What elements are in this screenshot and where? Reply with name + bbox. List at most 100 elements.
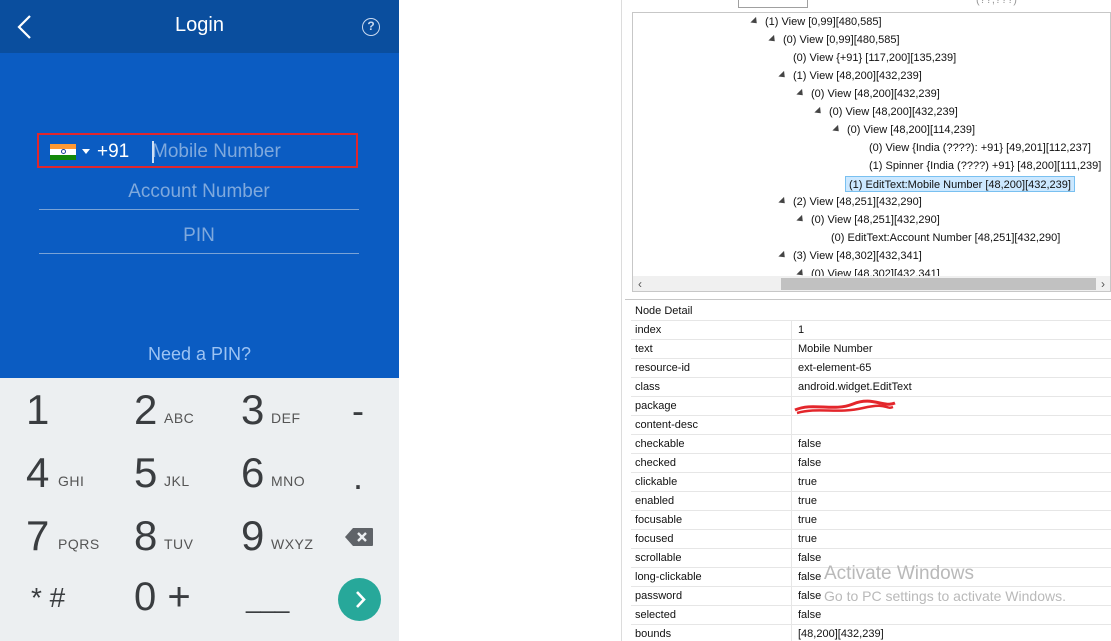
tree-node-label: (1) View [0,99][480,585]	[765, 16, 882, 28]
scrollbar-thumb[interactable]	[781, 278, 1096, 290]
detail-row: text Mobile Number	[631, 339, 1111, 358]
backspace-button[interactable]	[344, 527, 374, 547]
tree-node[interactable]: (0) View [48,251][432,290]	[796, 212, 940, 228]
tree-node[interactable]: (0) View [48,200][432,239]	[814, 104, 958, 120]
tree-node[interactable]: (0) View [48,200][432,239]	[796, 86, 940, 102]
detail-key: long-clickable	[635, 571, 702, 583]
tree-node[interactable]: (0) View [0,99][480,585]	[768, 32, 900, 48]
detail-key: scrollable	[635, 552, 682, 564]
key-4[interactable]: 4 GHI	[26, 445, 106, 501]
scroll-right-icon[interactable]: ›	[1096, 276, 1110, 291]
key-digit: 1	[26, 386, 50, 433]
tree-node[interactable]: (1) Spinner {India (????) +91} [48,200][…	[869, 158, 1101, 174]
india-flag-icon[interactable]	[50, 144, 76, 160]
detail-key: resource-id	[635, 362, 691, 374]
detail-key: password	[635, 590, 683, 602]
expand-triangle-icon[interactable]	[814, 106, 824, 117]
need-pin-link[interactable]: Need a PIN?	[0, 344, 399, 365]
expand-triangle-icon[interactable]	[778, 70, 788, 81]
expand-triangle-icon[interactable]	[750, 16, 760, 27]
backspace-icon	[345, 528, 373, 546]
numeric-keypad: 1 2 ABC 3 DEF - 4 GHI 5 JKL 6 MNO . 7 PQ…	[0, 378, 399, 641]
key-minus[interactable]: -	[352, 390, 364, 432]
expand-triangle-icon[interactable]	[796, 214, 806, 225]
key-8[interactable]: 8 TUV	[134, 508, 214, 564]
tree-node[interactable]: (0) View [48,200][114,239]	[832, 122, 976, 138]
key-1[interactable]: 1	[26, 382, 106, 438]
tree-node-selected[interactable]: (1) EditText:Mobile Number [48,200][432,…	[845, 176, 1075, 192]
expand-triangle-icon[interactable]	[778, 250, 788, 261]
key-9[interactable]: 9 WXYZ	[241, 508, 321, 564]
expand-triangle-icon[interactable]	[768, 34, 778, 45]
screenshot-box	[738, 0, 808, 8]
key-2[interactable]: 2 ABC	[134, 382, 214, 438]
key-7[interactable]: 7 PQRS	[26, 508, 106, 564]
activation-watermark: Activate Windows Go to PC settings to ac…	[824, 563, 1066, 604]
detail-value: android.widget.EditText	[798, 381, 912, 393]
tree-node[interactable]: (0) EditText:Account Number [48,251][432…	[831, 230, 1060, 246]
tree-node[interactable]: (1) View [48,200][432,239]	[778, 68, 922, 84]
tree-node[interactable]: (2) View [48,251][432,290]	[778, 194, 922, 210]
key-dot[interactable]: .	[353, 456, 363, 498]
key-letters: WXYZ	[271, 536, 314, 552]
page-title: Login	[175, 14, 224, 36]
key-digit: 5	[134, 449, 158, 496]
detail-key: selected	[635, 609, 676, 621]
expand-triangle-icon[interactable]	[796, 88, 806, 99]
account-number-input[interactable]	[39, 174, 359, 210]
tree-node[interactable]: (0) View {+91} [117,200][135,239]	[793, 50, 956, 66]
hierarchy-tree[interactable]: (1) View [0,99][480,585] (0) View [0,99]…	[632, 12, 1111, 292]
text-cursor	[152, 141, 154, 163]
key-star-hash[interactable]: * #	[31, 582, 65, 614]
detail-key: bounds	[635, 628, 672, 640]
detail-key: focusable	[635, 514, 683, 526]
detail-row: checked false	[631, 453, 1111, 472]
tree-node[interactable]: (3) View [48,302][432,341]	[778, 248, 922, 264]
detail-row: index 1	[631, 320, 1111, 339]
detail-key: focused	[635, 533, 674, 545]
go-button[interactable]	[338, 578, 381, 621]
detail-key: clickable	[635, 476, 678, 488]
help-icon: ?	[367, 19, 375, 33]
dropdown-caret-icon[interactable]	[82, 149, 90, 154]
key-space[interactable]: ___	[246, 584, 289, 615]
detail-key: content-desc	[635, 419, 698, 431]
tree-node-label: (1) Spinner {India (????) +91} [48,200][…	[869, 160, 1102, 172]
expand-triangle-icon[interactable]	[778, 196, 788, 207]
mobile-number-input[interactable]	[152, 139, 352, 165]
detail-row: checkable false	[631, 434, 1111, 453]
detail-value: true	[798, 514, 817, 526]
scroll-left-icon[interactable]: ‹	[633, 276, 647, 291]
key-3[interactable]: 3 DEF	[241, 382, 321, 438]
key-6[interactable]: 6 MNO	[241, 445, 321, 501]
expand-triangle-icon[interactable]	[832, 124, 842, 135]
detail-key: enabled	[635, 495, 675, 507]
watermark-title: Activate Windows	[824, 563, 974, 584]
redaction-scribble	[794, 399, 896, 415]
key-5[interactable]: 5 JKL	[134, 445, 214, 501]
key-letters: MNO	[271, 473, 306, 489]
app-bar: Login ?	[0, 0, 399, 53]
detail-value: false	[798, 552, 822, 564]
detail-row: class android.widget.EditText	[631, 377, 1111, 396]
detail-value: 1	[798, 324, 805, 336]
detail-value: Mobile Number	[798, 343, 873, 355]
screen: { "app": { "title": "Login", "help_symbo…	[0, 0, 1111, 641]
detail-value: false	[798, 590, 822, 602]
ui-inspector: (??,???) (1) View [0,99][480,585] (0) Vi…	[622, 0, 1111, 641]
tree-node-label: (3) View [48,302][432,341]	[793, 250, 922, 262]
detail-key: text	[635, 343, 653, 355]
cursor-coords: (??,???)	[976, 0, 1017, 6]
key-zero-plus[interactable]: 0 +	[134, 575, 191, 620]
key-letters: JKL	[164, 473, 190, 489]
tree-node[interactable]: (0) View {India (????): +91} [49,201][11…	[869, 140, 1091, 156]
help-button[interactable]: ?	[362, 18, 380, 36]
watermark-subtitle: Go to PC settings to activate Windows.	[824, 588, 1066, 604]
tree-node-label: (2) View [48,251][432,290]	[793, 196, 922, 208]
tree-node-label: (0) View [48,200][114,239]	[847, 124, 976, 136]
pin-input[interactable]	[39, 218, 359, 254]
tree-node[interactable]: (1) View [0,99][480,585]	[750, 14, 882, 30]
horizontal-scrollbar[interactable]: ‹ ›	[633, 276, 1110, 291]
detail-key: checkable	[635, 438, 685, 450]
detail-row: resource-id ext-element-65	[631, 358, 1111, 377]
